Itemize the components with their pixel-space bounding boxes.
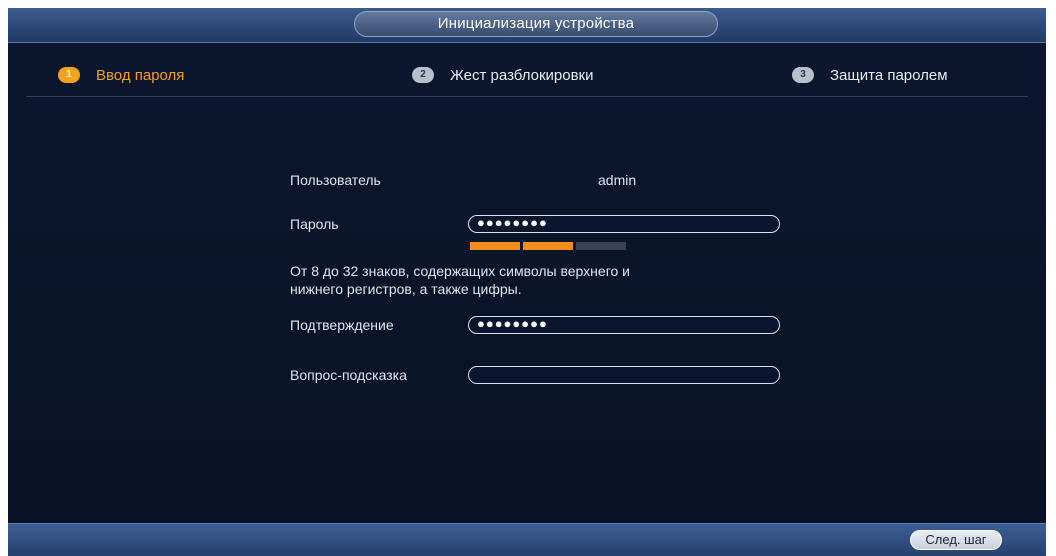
device-init-window: Инициализация устройства 1 Ввод пароля 2… (8, 8, 1046, 556)
confirm-password-field[interactable]: ●●●●●●●● (468, 316, 780, 334)
title-bar: Инициализация устройства (8, 8, 1046, 43)
password-field[interactable]: ●●●●●●●● (468, 215, 780, 233)
hint-question-label: Вопрос-подсказка (290, 367, 407, 383)
password-strength-meter (470, 242, 626, 250)
step-1-number: 1 (58, 67, 80, 83)
step-unlock-pattern: 2 Жест разблокировки (412, 60, 594, 90)
step-2-label: Жест разблокировки (450, 66, 594, 84)
strength-segment-3 (576, 242, 626, 250)
step-2-number: 2 (412, 67, 434, 83)
step-password-entry: 1 Ввод пароля (58, 60, 184, 90)
user-value: admin (598, 172, 637, 188)
window-title: Инициализация устройства (354, 11, 718, 37)
user-label: Пользователь (290, 172, 381, 188)
next-step-button[interactable]: След. шаг (910, 530, 1002, 550)
hint-question-field[interactable] (468, 366, 780, 384)
step-password-protection: 3 Защита паролем (792, 60, 948, 90)
strength-segment-2 (523, 242, 573, 250)
password-label: Пароль (290, 216, 339, 232)
confirm-label: Подтверждение (290, 317, 394, 333)
password-hint-text: От 8 до 32 знаков, содержащих символы ве… (290, 263, 630, 297)
step-1-label: Ввод пароля (96, 66, 185, 84)
bottom-bar: След. шаг (8, 523, 1046, 556)
step-indicator: 1 Ввод пароля 2 Жест разблокировки 3 Защ… (8, 60, 1046, 94)
strength-segment-1 (470, 242, 520, 250)
step-3-number: 3 (792, 67, 814, 83)
step-3-label: Защита паролем (830, 66, 948, 84)
steps-divider (26, 96, 1028, 97)
